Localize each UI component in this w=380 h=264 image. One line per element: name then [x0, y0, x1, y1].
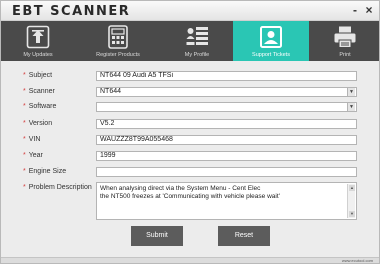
problem-description-line: When analysing direct via the System Men… — [100, 185, 261, 192]
software-label: * Software — [23, 103, 57, 110]
tab-support-tickets[interactable]: Support Tickets — [233, 21, 309, 61]
website-url: www.ecutool.com — [341, 258, 373, 263]
calculator-icon — [108, 25, 128, 49]
engine-size-label: * Engine Size — [23, 168, 67, 175]
version-label: * Version — [23, 120, 53, 127]
software-select[interactable]: ▼ — [96, 102, 357, 112]
app-title: EBT SCANNER — [12, 4, 131, 19]
tab-print[interactable]: Print — [311, 21, 379, 61]
subject-field[interactable]: NT644 09 Audi A5 TFSi — [96, 71, 357, 81]
year-label: * Year — [23, 152, 43, 159]
vin-label: * VIN — [23, 136, 41, 143]
year-field[interactable]: 1999 — [96, 151, 357, 161]
scanner-select-value: NT644 — [100, 88, 122, 95]
upload-icon — [26, 25, 50, 49]
chevron-down-icon[interactable]: ▼ — [347, 88, 355, 96]
problem-description-textarea[interactable]: When analysing direct via the System Men… — [96, 182, 357, 220]
chevron-down-icon[interactable]: ▼ — [347, 103, 355, 111]
problem-description-label: * Problem Description — [23, 184, 92, 191]
version-field[interactable]: V5.2 — [96, 119, 357, 129]
scanner-label: * Scanner — [23, 88, 55, 95]
tab-support-tickets-label: Support Tickets — [252, 52, 290, 58]
status-bar: www.ecutool.com — [1, 257, 379, 263]
main-toolbar: My Updates Register Products My Profile … — [1, 21, 379, 61]
user-portrait-icon — [260, 26, 282, 48]
engine-size-field[interactable] — [96, 167, 357, 177]
scroll-down-icon[interactable]: ▼ — [349, 211, 355, 217]
support-ticket-form: * Subject NT644 09 Audi A5 TFSi * Scanner … — [1, 61, 379, 257]
submit-button[interactable]: Submit — [131, 226, 183, 246]
minimize-button[interactable]: - — [349, 3, 361, 17]
app-window: EBT SCANNER - × My Updates Register Prod… — [0, 0, 380, 264]
textarea-scrollbar[interactable]: ▲ ▼ — [347, 184, 355, 218]
problem-description-line: the NT500 freezes at 'Communicating with… — [100, 193, 280, 200]
tab-my-updates-label: My Updates — [23, 52, 53, 58]
vin-field[interactable]: WAUZZZ8T99A055468 — [96, 135, 357, 145]
subject-label: * Subject — [23, 72, 53, 79]
printer-icon — [334, 26, 356, 48]
close-button[interactable]: × — [363, 3, 375, 17]
title-bar: EBT SCANNER - × — [1, 1, 379, 21]
profile-list-icon — [186, 27, 208, 45]
tab-print-label: Print — [339, 52, 351, 58]
tab-my-updates[interactable]: My Updates — [3, 21, 73, 61]
tab-my-profile[interactable]: My Profile — [161, 21, 233, 61]
scanner-select[interactable]: NT644 ▼ — [96, 87, 357, 97]
tab-register-products[interactable]: Register Products — [81, 21, 155, 61]
tab-register-products-label: Register Products — [96, 52, 140, 58]
reset-button[interactable]: Reset — [218, 226, 270, 246]
tab-my-profile-label: My Profile — [184, 52, 210, 58]
scroll-up-icon[interactable]: ▲ — [349, 185, 355, 191]
